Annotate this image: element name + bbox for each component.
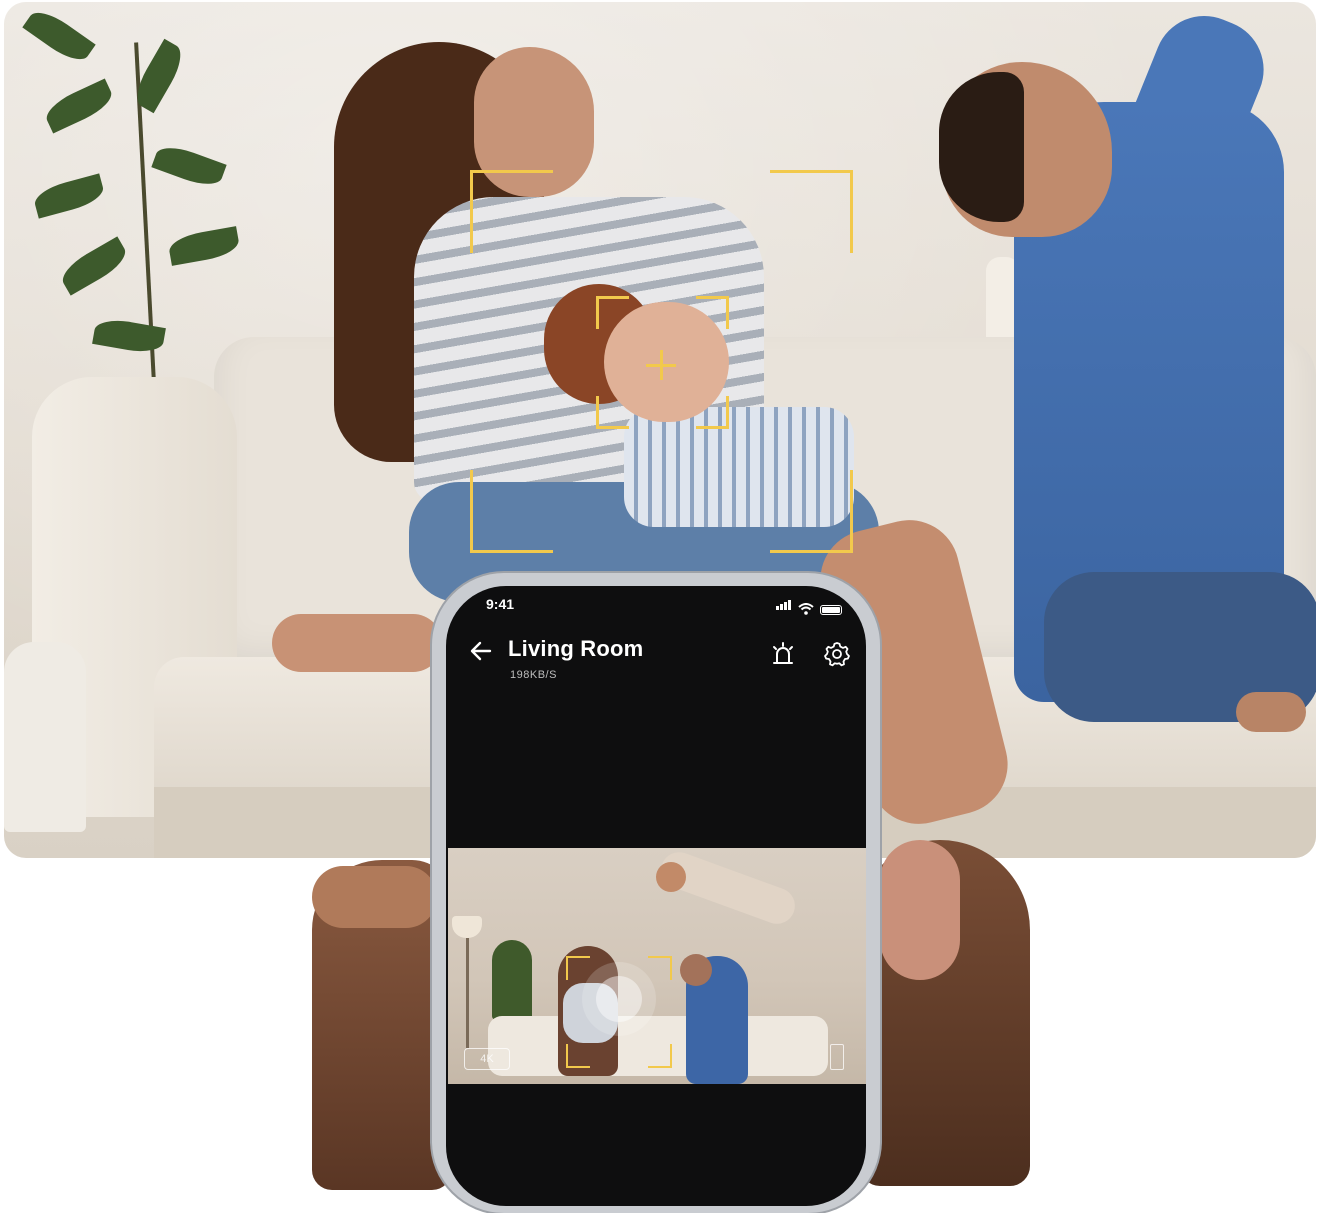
phone-screen: 9:41 Living Room 198KB/S 4K	[446, 586, 866, 1206]
status-icons	[776, 597, 842, 615]
live-video-feed[interactable]: 4K	[448, 848, 866, 1084]
siren-icon[interactable]	[768, 639, 798, 669]
resolution-badge[interactable]: 4K	[464, 1048, 510, 1070]
rotate-screen-icon[interactable]	[830, 1044, 844, 1070]
focus-frame-corner	[648, 956, 672, 980]
focus-frame-corner	[566, 956, 590, 980]
status-time: 9:41	[486, 596, 515, 612]
focus-frame-corner	[648, 1044, 672, 1068]
crosshair-icon	[646, 350, 676, 380]
plant	[492, 940, 532, 1020]
bitrate-label: 198KB/S	[510, 669, 557, 681]
battery-icon	[820, 605, 842, 615]
back-arrow-icon[interactable]	[468, 638, 494, 664]
side-stool	[4, 642, 86, 832]
left-finger	[312, 866, 437, 928]
gear-icon[interactable]	[822, 639, 852, 669]
focus-frame-corner	[566, 1044, 590, 1068]
wifi-icon	[798, 603, 814, 615]
camera-title: Living Room	[508, 636, 644, 661]
right-thumb	[880, 840, 960, 980]
focus-indicator	[596, 976, 642, 1022]
signal-icon	[776, 597, 792, 615]
lamp	[452, 916, 482, 938]
